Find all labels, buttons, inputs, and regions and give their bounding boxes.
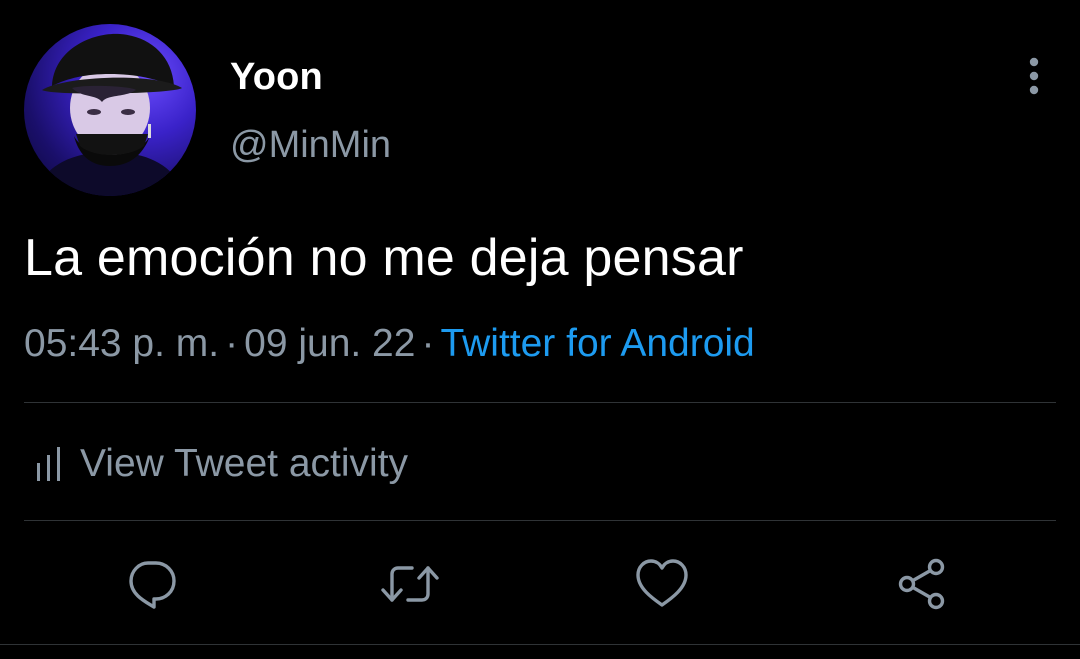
tweet-source-link[interactable]: Twitter for Android <box>440 322 754 365</box>
reply-icon <box>129 561 176 609</box>
share-icon <box>898 558 945 610</box>
tweet-meta: 05:43 p. m. · 09 jun. 22 · Twitter for Andro… <box>24 322 755 366</box>
display-name[interactable]: Yoon <box>230 56 323 99</box>
share-button[interactable] <box>894 556 950 612</box>
divider <box>24 520 1056 521</box>
view-tweet-activity-button[interactable]: View Tweet activity <box>36 440 408 488</box>
user-handle[interactable]: @MinMin <box>230 124 391 167</box>
tweet-text: La emoción no me deja pensar <box>24 229 744 287</box>
retweet-icon <box>381 566 439 602</box>
avatar-image <box>34 33 186 196</box>
divider <box>0 644 1080 645</box>
tweet-date[interactable]: 09 jun. 22 <box>244 322 415 365</box>
tweet-time[interactable]: 05:43 p. m. <box>24 322 219 365</box>
heart-icon <box>636 559 688 607</box>
avatar[interactable] <box>24 24 196 196</box>
like-button[interactable] <box>634 556 690 612</box>
bar-chart-icon <box>37 447 60 481</box>
more-vertical-icon <box>1029 57 1039 95</box>
view-tweet-activity-label: View Tweet activity <box>80 442 409 485</box>
tweet-detail: Yoon @MinMin La emoción no me deja pensa… <box>0 0 1080 659</box>
retweet-button[interactable] <box>378 556 442 612</box>
reply-button[interactable] <box>124 556 180 612</box>
more-options-button[interactable] <box>1014 56 1054 96</box>
meta-separator: · <box>225 322 239 365</box>
divider <box>24 402 1056 403</box>
meta-separator: · <box>421 322 435 365</box>
